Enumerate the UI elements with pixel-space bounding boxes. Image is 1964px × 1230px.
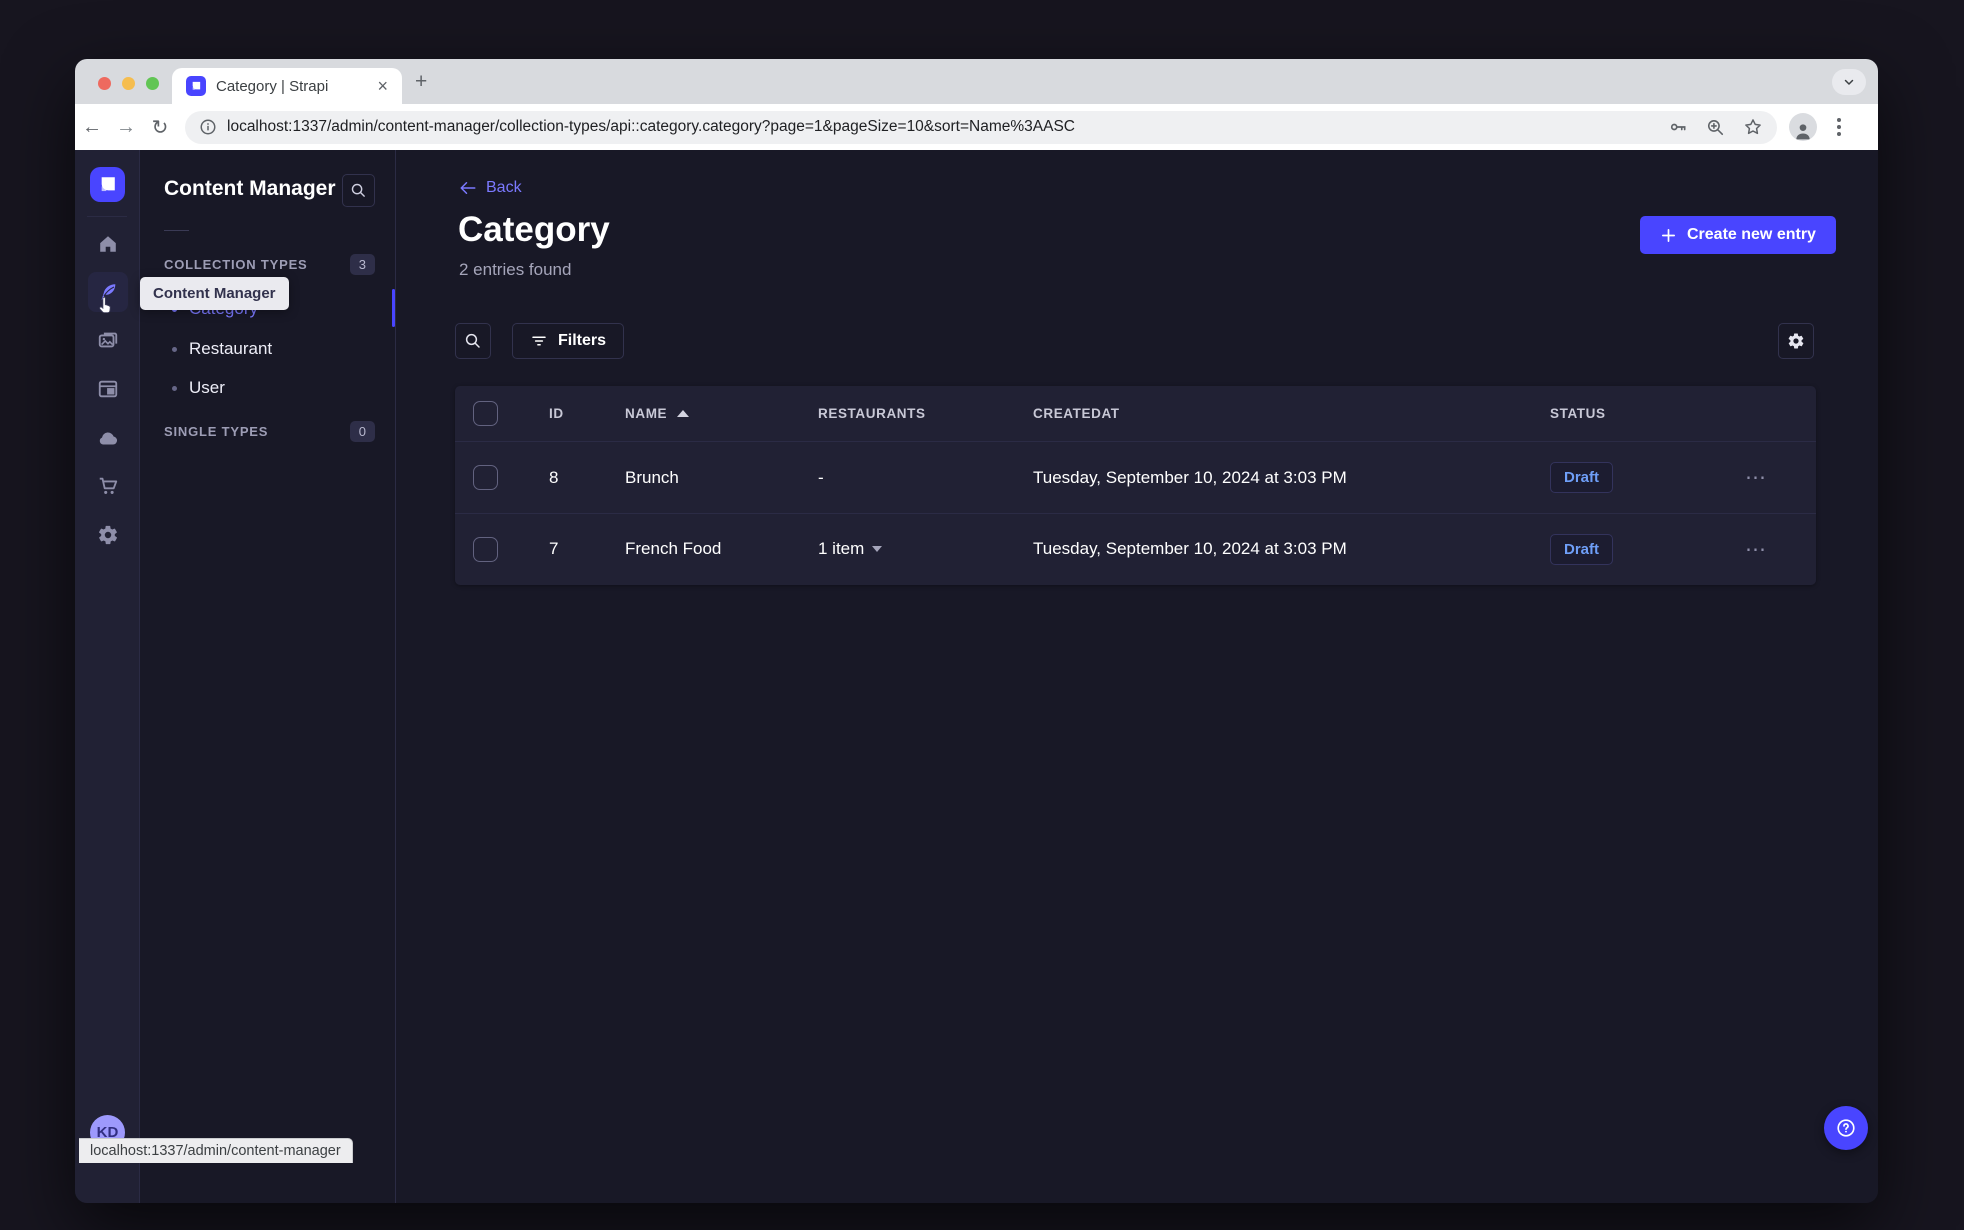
password-key-icon[interactable]: [1668, 117, 1688, 137]
zoom-page-icon[interactable]: [1706, 118, 1725, 137]
cell-id: 7: [549, 539, 559, 558]
cell-name: Brunch: [605, 468, 795, 488]
cell-name: French Food: [605, 539, 795, 559]
subnav-divider: [164, 230, 189, 231]
hand-cursor-icon: [95, 296, 114, 320]
cell-createdat: Tuesday, September 10, 2024 at 3:03 PM: [1033, 467, 1347, 487]
collection-types-header: COLLECTION TYPES 3: [164, 254, 375, 275]
marketplace-cart-icon[interactable]: [88, 466, 128, 506]
bullet-icon: [172, 346, 177, 352]
column-header-restaurants[interactable]: RESTAURANTS: [795, 406, 1010, 421]
media-library-icon[interactable]: [88, 320, 128, 360]
status-badge: Draft: [1550, 533, 1614, 565]
sort-ascending-icon: [677, 410, 690, 417]
column-header-createdat[interactable]: CREATEDAT: [1010, 406, 1525, 421]
browser-reload-button[interactable]: ↻: [143, 115, 177, 140]
tab-search-button[interactable]: [1832, 69, 1866, 95]
browser-forward-button[interactable]: →: [109, 116, 143, 139]
content-type-builder-icon[interactable]: [88, 369, 128, 409]
cell-id: 8: [549, 467, 559, 487]
sidebar-item-label: Restaurant: [189, 339, 273, 358]
filters-button[interactable]: Filters: [512, 323, 625, 359]
filter-icon: [530, 332, 548, 350]
sidebar-item-label: User: [189, 378, 225, 397]
help-button[interactable]: [1824, 1106, 1868, 1150]
browser-profile-button[interactable]: [1789, 113, 1817, 141]
close-window-button[interactable]: [98, 77, 111, 90]
nav-divider: [87, 216, 127, 217]
collection-types-count: 3: [349, 254, 375, 275]
tab-strip: Category | Strapi × +: [75, 59, 1878, 104]
browser-toolbar: ← → ↻ localhost:1337/admin/content-manag…: [75, 104, 1878, 150]
cell-name-text: Brunch: [625, 467, 679, 487]
toolbar-right: [1789, 113, 1847, 141]
browser-back-button[interactable]: ←: [75, 116, 109, 139]
window-controls: [98, 77, 159, 90]
filters-label: Filters: [558, 332, 607, 349]
table-row[interactable]: 8 Brunch - Tuesday, September 10, 2024 a…: [455, 442, 1816, 513]
bullet-icon: [172, 385, 177, 391]
column-header-name-label: NAME: [625, 406, 668, 421]
strapi-admin: KD Content Manager COLLECTION TYPES 3 Ca…: [75, 150, 1878, 1203]
chevron-down-icon: [1843, 76, 1855, 88]
column-header-name[interactable]: NAME: [605, 406, 795, 421]
cell-createdat: Tuesday, September 10, 2024 at 3:03 PM: [1033, 539, 1347, 558]
table-search-button[interactable]: [455, 323, 491, 359]
cloud-icon[interactable]: [88, 418, 128, 458]
tab-title: Category | Strapi: [216, 77, 329, 95]
browser-tab[interactable]: Category | Strapi ×: [172, 68, 402, 104]
create-new-entry-button[interactable]: Create new entry: [1640, 216, 1836, 254]
strapi-favicon-icon: [186, 76, 206, 96]
sidebar-item-user[interactable]: User: [150, 368, 385, 408]
back-link[interactable]: Back: [459, 179, 522, 197]
zoom-window-button[interactable]: [146, 77, 159, 90]
tab-close-icon[interactable]: ×: [373, 75, 392, 97]
entries-count: 2 entries found: [459, 260, 572, 279]
table-row[interactable]: 7 French Food 1 item Tuesday, September …: [455, 513, 1816, 584]
site-info-icon[interactable]: [199, 118, 217, 136]
link-preview-statusbar: localhost:1337/admin/content-manager: [79, 1138, 353, 1163]
cell-restaurants: -: [818, 467, 824, 487]
row-actions-button[interactable]: ⋯: [1745, 538, 1768, 561]
row-checkbox[interactable]: [473, 465, 498, 490]
column-header-status[interactable]: STATUS: [1525, 406, 1725, 421]
single-types-header: SINGLE TYPES 0: [164, 421, 375, 442]
row-actions-button[interactable]: ⋯: [1745, 466, 1768, 489]
browser-window: Category | Strapi × + ← → ↻ localhost:13…: [75, 59, 1878, 1203]
status-badge: Draft: [1550, 462, 1614, 493]
nav-tooltip: Content Manager: [140, 277, 289, 310]
settings-gear-icon[interactable]: [88, 515, 128, 555]
subnav-search-button[interactable]: [342, 174, 375, 207]
bookmark-star-icon[interactable]: [1743, 117, 1763, 137]
select-all-checkbox[interactable]: [473, 401, 498, 426]
back-arrow-icon: [459, 179, 477, 197]
main-content: Back Category 2 entries found Create new…: [396, 150, 1878, 1203]
entries-table: ID NAME RESTAURANTS CREATEDAT STATUS 8 B…: [455, 386, 1816, 585]
cell-name-text: French Food: [625, 539, 722, 558]
new-tab-button[interactable]: +: [415, 71, 427, 92]
create-new-entry-label: Create new entry: [1687, 226, 1816, 243]
row-checkbox[interactable]: [473, 536, 498, 562]
subnav-title: Content Manager: [164, 177, 336, 200]
browser-menu-button[interactable]: [1831, 118, 1847, 136]
back-label: Back: [486, 179, 522, 196]
single-types-count: 0: [349, 421, 375, 442]
collection-types-label: COLLECTION TYPES: [164, 257, 308, 272]
strapi-logo[interactable]: [90, 167, 125, 202]
cell-restaurants-text: 1 item: [818, 539, 865, 558]
home-icon[interactable]: [88, 224, 128, 264]
minimize-window-button[interactable]: [122, 77, 135, 90]
expand-chevron-icon: [872, 546, 883, 552]
cell-restaurants[interactable]: 1 item: [795, 539, 1010, 559]
single-types-label: SINGLE TYPES: [164, 424, 269, 439]
plus-icon: [1660, 227, 1677, 244]
page-title: Category: [458, 210, 610, 249]
active-item-indicator: [392, 289, 395, 327]
table-header-row: ID NAME RESTAURANTS CREATEDAT STATUS: [455, 386, 1816, 442]
view-settings-gear-button[interactable]: [1778, 323, 1814, 359]
url-text: localhost:1337/admin/content-manager/col…: [227, 118, 1075, 135]
column-header-id[interactable]: ID: [511, 406, 605, 421]
sidebar-item-restaurant[interactable]: Restaurant: [150, 329, 385, 369]
address-bar[interactable]: localhost:1337/admin/content-manager/col…: [185, 110, 1777, 144]
